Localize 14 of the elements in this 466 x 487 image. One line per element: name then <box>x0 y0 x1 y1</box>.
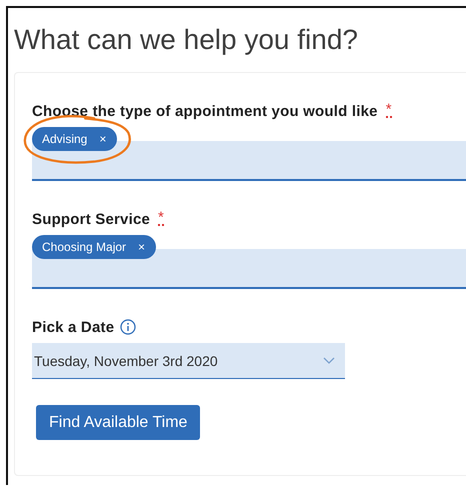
chevron-down-icon <box>323 356 335 364</box>
find-available-time-button[interactable]: Find Available Time <box>36 405 200 440</box>
remove-chip-button[interactable]: × <box>138 240 146 254</box>
field-label: Support Service <box>32 211 150 228</box>
date-dropdown[interactable]: Tuesday, November 3rd 2020 <box>32 343 345 379</box>
remove-chip-button[interactable]: × <box>99 132 106 146</box>
selected-chip[interactable]: Advising × <box>32 127 118 151</box>
selected-chip[interactable]: Choosing Major × <box>32 235 156 259</box>
required-mark: * <box>158 211 164 226</box>
field-label: Choose the type of appointment you would like <box>32 103 378 120</box>
info-icon[interactable] <box>120 319 136 335</box>
page-title: What can we help you find? <box>14 23 359 57</box>
required-mark: * <box>386 103 392 118</box>
field-label: Pick a Date <box>32 319 114 336</box>
